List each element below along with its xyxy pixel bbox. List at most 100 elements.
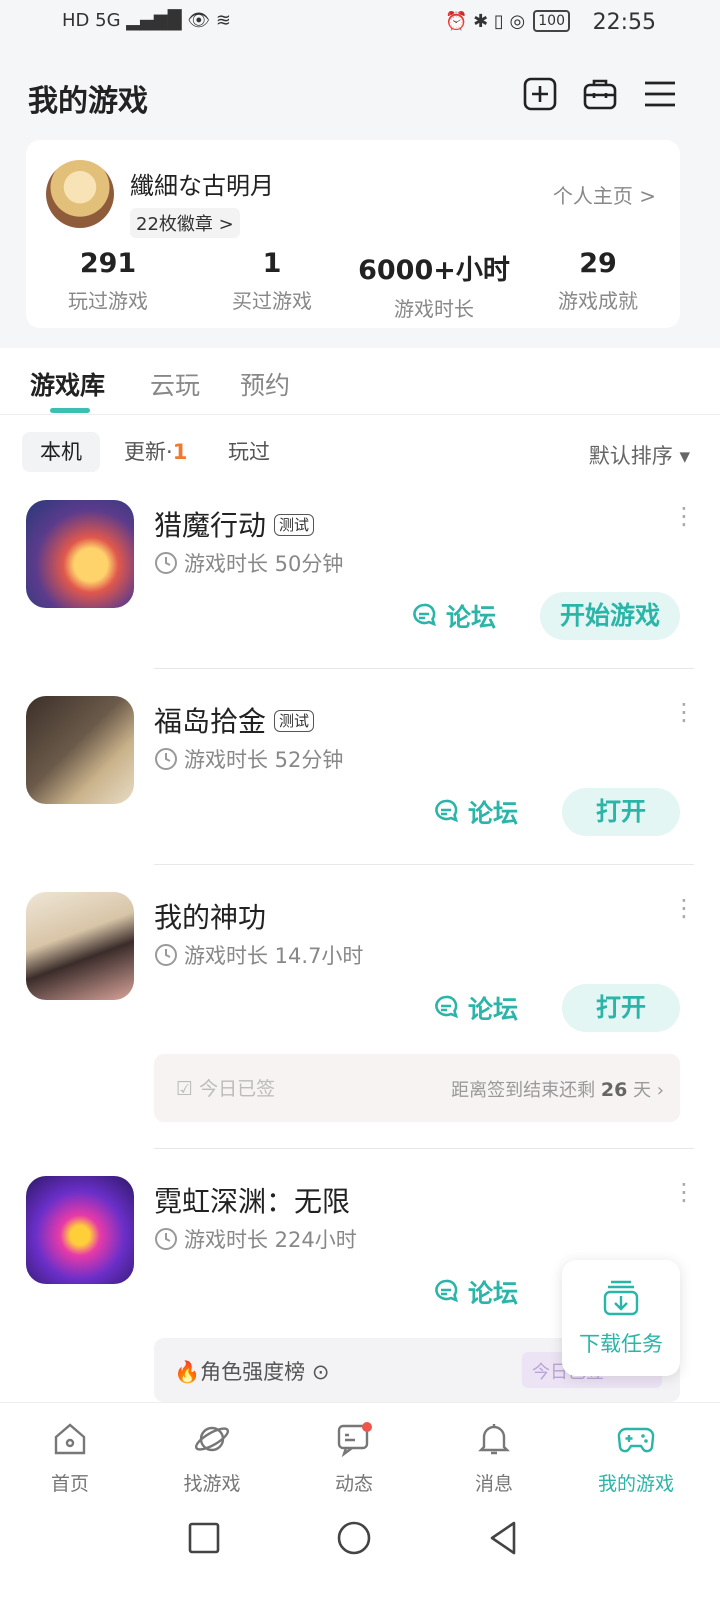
playtime-text: 游戏时长 52分钟 <box>184 748 344 772</box>
nav-label: 我的游戏 <box>597 1473 674 1495</box>
stat-label: 游戏时长 <box>394 297 474 321</box>
forum-icon <box>435 1279 459 1303</box>
playtime: 游戏时长 50分钟 <box>154 548 343 578</box>
forum-button[interactable]: 论坛 <box>410 598 496 634</box>
game-title[interactable]: 福岛拾金 测试 <box>154 700 315 740</box>
nav-messages[interactable]: 消息 <box>434 1419 554 1496</box>
checkin-card[interactable]: ☑ 今日已签 距离签到结束还剩 26 天 › <box>154 1054 680 1122</box>
recent-apps-icon[interactable] <box>184 1518 224 1558</box>
download-icon <box>603 1280 639 1316</box>
filter-update-label: 更新· <box>124 440 173 464</box>
playtime: 游戏时长 224小时 <box>154 1224 357 1254</box>
download-task-label: 下载任务 <box>579 1332 663 1356</box>
game-icon[interactable] <box>26 500 134 608</box>
badge-count-link[interactable]: 22枚徽章 > <box>130 208 240 238</box>
filter-played[interactable]: 玩过 <box>210 432 288 472</box>
game-icon[interactable] <box>26 892 134 1000</box>
clock-icon <box>155 944 177 966</box>
home-button-icon[interactable] <box>334 1518 374 1558</box>
stat-achievements[interactable]: 29 游戏成就 <box>518 248 678 314</box>
page-title: 我的游戏 <box>28 84 148 119</box>
clock-icon <box>155 1228 177 1250</box>
clock-icon <box>155 748 177 770</box>
nav-find-games[interactable]: 找游戏 <box>152 1419 272 1496</box>
tab-cloud-play[interactable]: 云玩 <box>150 366 200 402</box>
more-options-icon[interactable]: ⋮ <box>672 700 696 724</box>
nav-label: 动态 <box>334 1473 373 1495</box>
game-title[interactable]: 霓虹深渊：无限 <box>154 1180 350 1220</box>
open-button[interactable]: 打开 <box>562 788 680 836</box>
stat-games-played[interactable]: 291 玩过游戏 <box>28 248 188 314</box>
nav-my-games[interactable]: 我的游戏 <box>576 1419 696 1496</box>
stat-value: 1 <box>262 248 282 279</box>
update-count: 1 <box>172 440 188 464</box>
checkin-days: 26 <box>600 1079 628 1101</box>
more-options-icon[interactable]: ⋮ <box>672 896 696 920</box>
stat-games-bought[interactable]: 1 买过游戏 <box>192 248 352 314</box>
game-name-text: 猎魔行动 <box>154 509 267 542</box>
sort-select[interactable]: 默认排序 ▾ <box>589 440 690 470</box>
row-divider <box>154 864 694 865</box>
system-nav-bar <box>0 1506 720 1600</box>
stat-value: 291 <box>79 248 137 279</box>
filter-local[interactable]: 本机 <box>22 432 100 472</box>
game-title[interactable]: 我的神功 <box>154 896 266 936</box>
battery-indicator: 100 <box>533 10 570 32</box>
stat-playtime[interactable]: 6000+小时 游戏时长 <box>354 248 514 322</box>
nav-label: 找游戏 <box>183 1473 241 1495</box>
avatar[interactable] <box>46 160 114 228</box>
row-divider <box>154 1148 694 1149</box>
stat-label: 玩过游戏 <box>68 289 148 313</box>
tab-indicator <box>50 408 90 413</box>
game-title[interactable]: 猎魔行动 测试 <box>154 504 315 544</box>
nav-label: 消息 <box>474 1473 513 1495</box>
profile-card: 纖細な古明月 22枚徽章 > 个人主页 > 291 玩过游戏 1 买过游戏 60… <box>26 140 680 328</box>
game-name-text: 福岛拾金 <box>154 705 267 738</box>
status-right-icons-text: ⏰ ✱ ▯ ◎ <box>444 10 526 32</box>
nav-home[interactable]: 首页 <box>10 1419 130 1496</box>
toolbox-icon[interactable] <box>582 76 618 112</box>
forum-icon <box>413 603 437 627</box>
nav-label: 首页 <box>50 1473 89 1495</box>
tab-game-library[interactable]: 游戏库 <box>30 366 105 402</box>
game-name-text: 我的神功 <box>154 901 267 934</box>
game-icon[interactable] <box>26 1176 134 1284</box>
tab-reservations[interactable]: 预约 <box>240 366 290 402</box>
stat-value: 29 <box>579 248 617 279</box>
download-task-button[interactable]: 下载任务 <box>562 1260 680 1376</box>
forum-button[interactable]: 论坛 <box>432 1274 518 1310</box>
menu-icon[interactable] <box>642 76 678 112</box>
rank-label: 🔥角色强度榜 ⊙ <box>174 1360 330 1384</box>
row-divider <box>154 668 694 669</box>
game-icon[interactable] <box>26 696 134 804</box>
stat-value: 6000+小时 <box>358 255 510 286</box>
bottom-nav: 首页 找游戏 动态 消息 我的游戏 <box>0 1402 720 1506</box>
stat-label: 买过游戏 <box>232 289 312 313</box>
status-right-icons: ⏰ ✱ ▯ ◎ 100 <box>445 10 570 32</box>
playtime-text: 游戏时长 224小时 <box>184 1228 357 1252</box>
stat-label: 游戏成就 <box>558 289 638 313</box>
more-options-icon[interactable]: ⋮ <box>672 504 696 528</box>
checkin-status-text: 今日已签 <box>199 1078 276 1100</box>
forum-label: 论坛 <box>468 1279 519 1308</box>
forum-button[interactable]: 论坛 <box>432 794 518 830</box>
test-tag: 测试 <box>274 710 315 732</box>
playtime-text: 游戏时长 50分钟 <box>184 552 344 576</box>
back-icon[interactable] <box>484 1518 524 1558</box>
open-button[interactable]: 打开 <box>562 984 680 1032</box>
add-icon[interactable] <box>522 76 558 112</box>
forum-icon <box>435 995 459 1019</box>
home-icon <box>54 1423 86 1455</box>
tabs-divider <box>0 414 720 415</box>
forum-button[interactable]: 论坛 <box>432 990 518 1026</box>
playtime-text: 游戏时长 14.7小时 <box>184 944 364 968</box>
checkin-remaining: 距离签到结束还剩 26 天 › <box>451 1076 664 1102</box>
filter-update[interactable]: 更新·1 <box>106 432 205 472</box>
status-left-icons: HD 5G ▂▄▆█ 👁 ≋ <box>62 10 231 31</box>
more-options-icon[interactable]: ⋮ <box>672 1180 696 1204</box>
bell-icon <box>478 1424 510 1455</box>
profile-page-link[interactable]: 个人主页 > <box>553 180 656 209</box>
nav-feed[interactable]: 动态 <box>294 1419 414 1496</box>
forum-label: 论坛 <box>468 799 519 828</box>
start-game-button[interactable]: 开始游戏 <box>540 592 680 640</box>
